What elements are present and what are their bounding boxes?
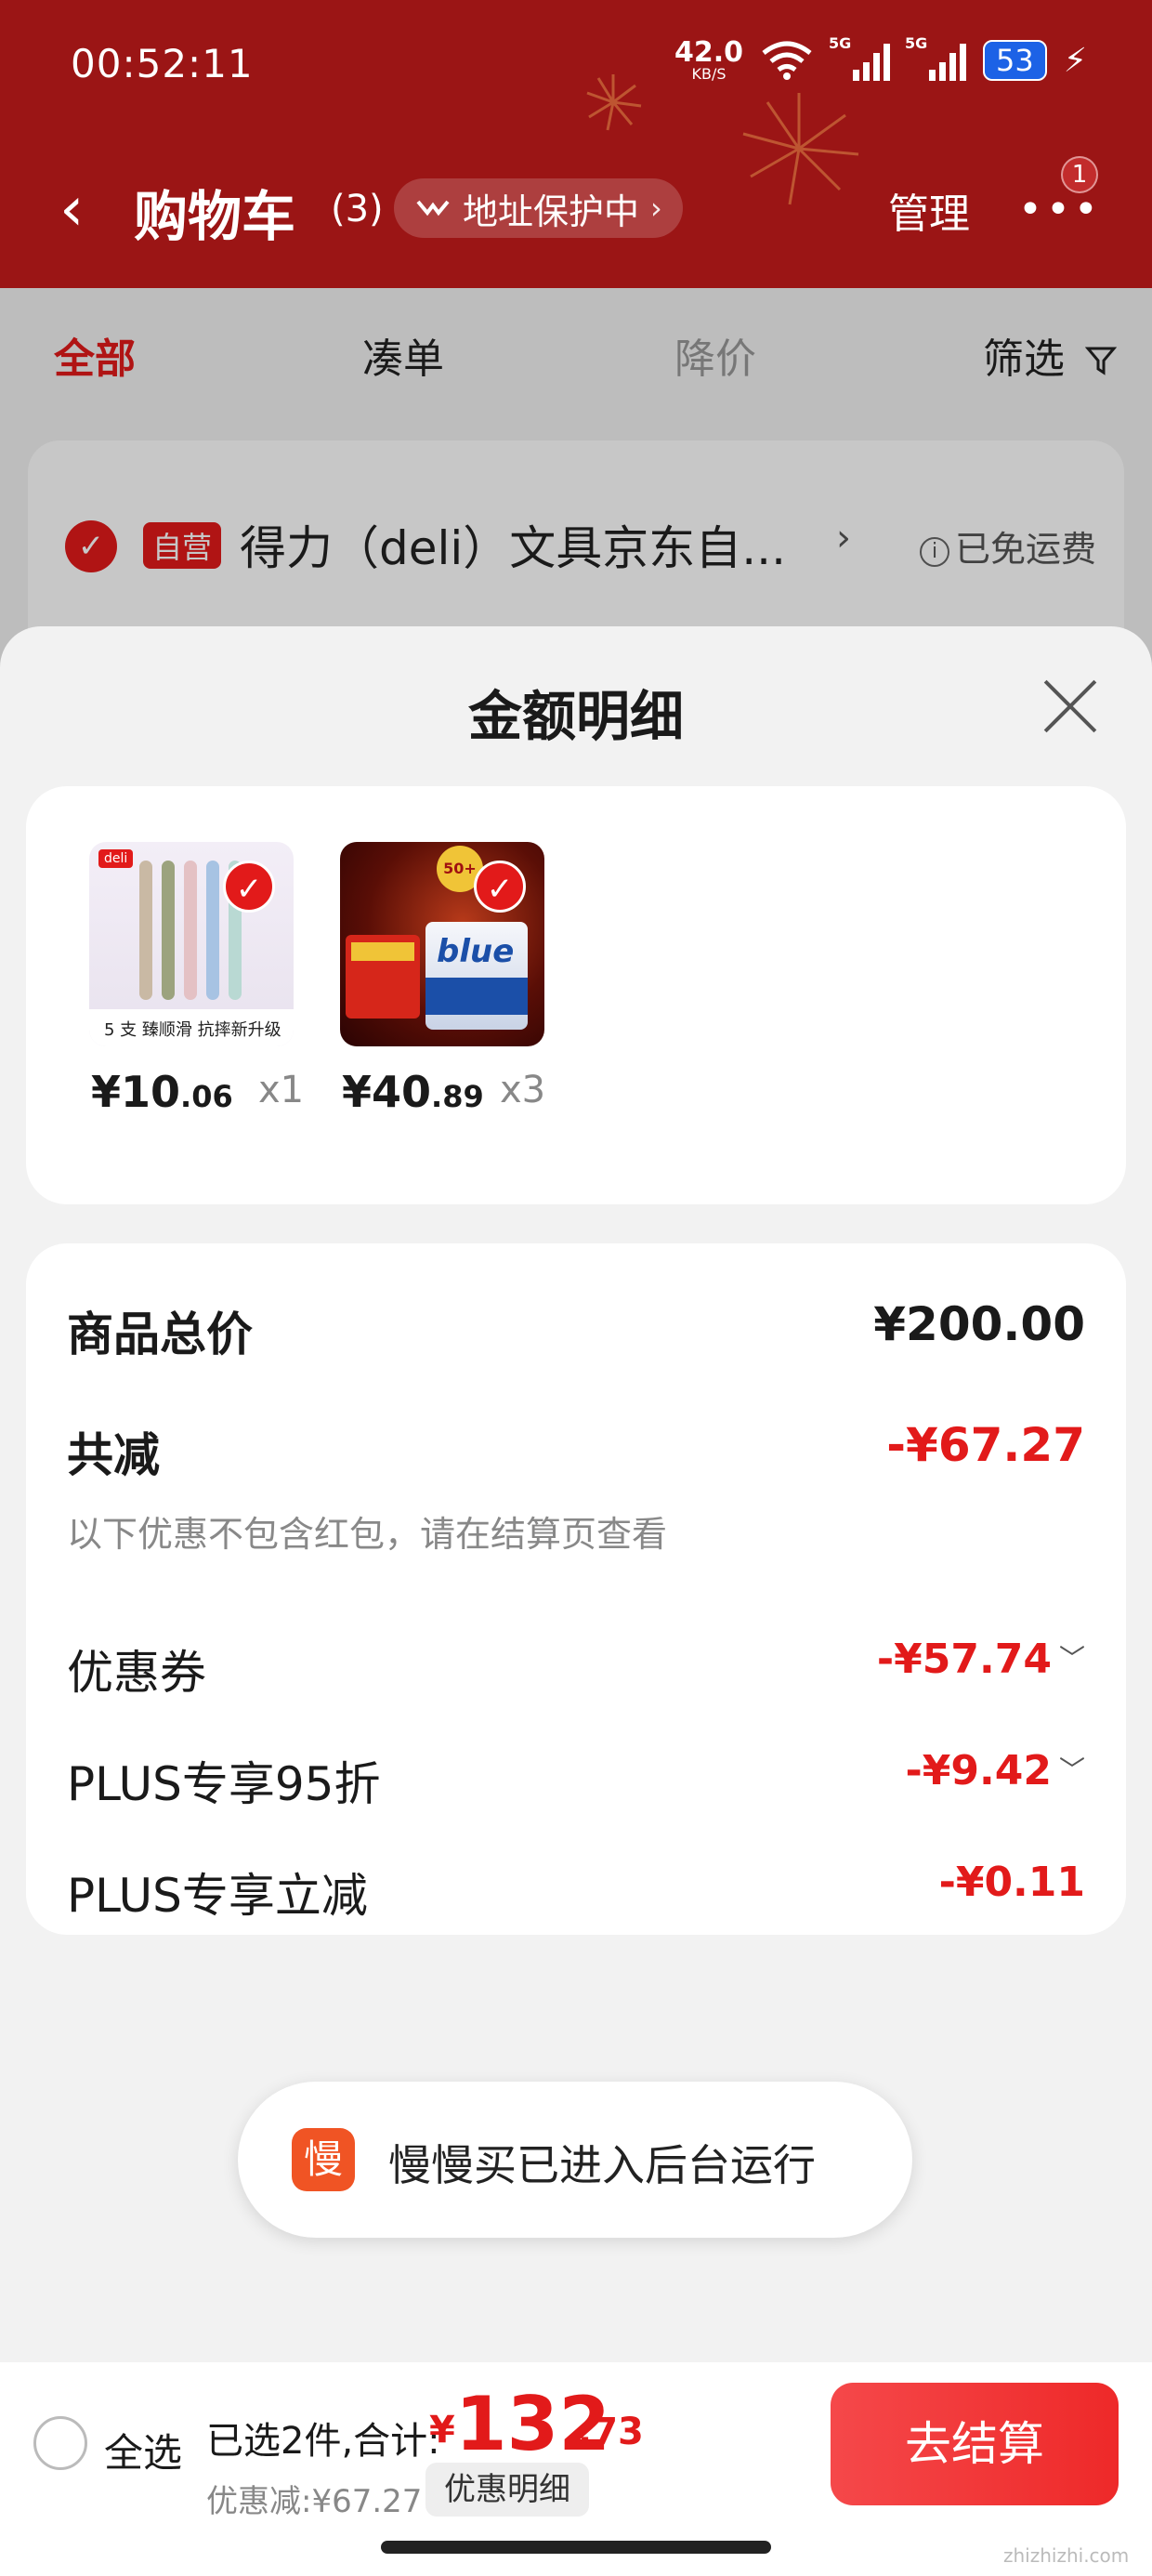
total-value: ¥200.00 xyxy=(873,1297,1085,1351)
home-indicator[interactable] xyxy=(381,2541,771,2554)
product-price-main: ¥10 xyxy=(91,1067,181,1117)
cart-count: (3) xyxy=(331,188,384,230)
nav-bar: ‹ 购物车 (3) 地址保护中 › 管理 ••• 1 xyxy=(0,156,1152,251)
plus-discount-value: -¥9.42 ﹀ xyxy=(906,1747,1085,1794)
product-label: 5 支 臻顺滑 抗摔新升级 xyxy=(89,1009,294,1046)
brand-logo: deli xyxy=(98,849,134,868)
network-speed-unit: KB/S xyxy=(691,65,727,83)
app-root: 00:52:11 42.0 KB/S 5G 5G 53 ⚡ ‹ 购物车 (3) … xyxy=(0,0,1152,2576)
coupon-label: 优惠券 xyxy=(67,1646,206,1700)
status-time: 00:52:11 xyxy=(71,41,254,86)
total-label: 商品总价 xyxy=(67,1308,253,1361)
product-price: ¥10.06 xyxy=(91,1067,233,1117)
plus-discount-label: PLUS专享95折 xyxy=(67,1757,381,1811)
discount-amount: 优惠减:¥67.27 xyxy=(206,2483,423,2520)
product-image: deli 5 支 臻顺滑 抗摔新升级 ✓ xyxy=(89,842,294,1046)
status-bar: 00:52:11 42.0 KB/S 5G 5G 53 ⚡ xyxy=(0,0,1152,139)
manage-button[interactable]: 管理 xyxy=(888,180,970,240)
bottom-bar: 全选 已选2件,合计: ¥ 132 .73 优惠减:¥67.27 优惠明细 去结… xyxy=(0,2362,1152,2576)
product-price-main: ¥40 xyxy=(342,1067,432,1117)
select-all-label[interactable]: 全选 xyxy=(104,2422,182,2478)
address-protection-button[interactable]: 地址保护中 › xyxy=(394,178,683,238)
selected-summary: 已选2件,合计: xyxy=(206,2420,440,2463)
wifi-icon xyxy=(762,41,812,80)
box-word: blue xyxy=(437,933,515,970)
reduce-label: 共减 xyxy=(67,1428,160,1482)
milk-box: blue xyxy=(425,922,528,1030)
chevron-down-icon: ﹀ xyxy=(1058,1643,1085,1674)
more-button[interactable]: ••• xyxy=(1018,186,1102,233)
more-badge: 1 xyxy=(1061,156,1098,193)
reduce-value: -¥67.27 xyxy=(886,1418,1085,1472)
product-price: ¥40.89 xyxy=(342,1067,484,1117)
product-promo-tag xyxy=(346,935,420,1019)
signal-label: 5G xyxy=(829,34,852,52)
watermark: zhizhizhi.com xyxy=(1003,2544,1130,2567)
toast-text: 慢慢买已进入后台运行 xyxy=(388,2140,816,2190)
reduce-note: 以下优惠不包含红包，请在结算页查看 xyxy=(67,1514,668,1555)
sheet-title: 金额明细 xyxy=(467,685,684,748)
discount-detail-button[interactable]: 优惠明细 xyxy=(425,2463,589,2517)
close-icon[interactable] xyxy=(1039,675,1102,738)
product-quantity: x1 xyxy=(258,1069,305,1111)
checkout-button[interactable]: 去结算 xyxy=(831,2383,1119,2505)
total-cents: .73 xyxy=(578,2411,644,2453)
plus-reduce-value: -¥0.11 xyxy=(938,1859,1085,1906)
page-title: 购物车 xyxy=(134,185,296,248)
signal-icon: 5G xyxy=(829,34,890,81)
back-button[interactable]: ‹ xyxy=(59,175,115,243)
plus-reduce-label: PLUS专享立减 xyxy=(67,1869,368,1923)
product-image: blue 50+ ✓ xyxy=(340,842,544,1046)
plus-discount-amount: -¥9.42 xyxy=(905,1747,1052,1794)
chevron-right-icon: › xyxy=(650,191,662,226)
currency-symbol: ¥ xyxy=(429,2409,455,2451)
link-icon xyxy=(416,200,450,217)
toast: 慢 慢慢买已进入后台运行 xyxy=(238,2082,912,2238)
product-item[interactable]: blue 50+ ✓ xyxy=(340,842,554,1046)
network-speed-value: 42.0 xyxy=(674,36,743,69)
summary-card: 商品总价 ¥200.00 共减 -¥67.27 以下优惠不包含红包，请在结算页查… xyxy=(26,1243,1126,1935)
header: 00:52:11 42.0 KB/S 5G 5G 53 ⚡ ‹ 购物车 (3) … xyxy=(0,0,1152,288)
select-all-checkbox[interactable] xyxy=(33,2416,87,2470)
coupon-amount: -¥57.74 xyxy=(876,1636,1052,1683)
signal-label-2: 5G xyxy=(905,34,928,52)
chevron-down-icon: ﹀ xyxy=(1058,1755,1085,1785)
app-icon: 慢 xyxy=(292,2128,355,2191)
status-icons: 42.0 KB/S 5G 5G 53 ⚡ xyxy=(674,34,1087,82)
product-price-cents: .89 xyxy=(431,1079,484,1114)
coupon-value: -¥57.74 ﹀ xyxy=(877,1636,1085,1683)
battery-icon: 53 xyxy=(983,40,1047,81)
product-item[interactable]: deli 5 支 臻顺滑 抗摔新升级 ✓ xyxy=(89,842,303,1046)
address-protection-label: 地址保护中 xyxy=(463,191,640,232)
product-quantity: x3 xyxy=(500,1069,546,1111)
product-checkbox[interactable]: ✓ xyxy=(223,861,275,913)
network-speed: 42.0 KB/S xyxy=(674,39,743,82)
products-card: deli 5 支 臻顺滑 抗摔新升级 ✓ ¥10.06 x1 blue 50+ … xyxy=(26,786,1126,1204)
product-checkbox[interactable]: ✓ xyxy=(474,861,526,913)
product-price-cents: .06 xyxy=(180,1079,233,1114)
signal-icon-2: 5G xyxy=(905,34,966,81)
charging-icon: ⚡ xyxy=(1063,41,1087,80)
